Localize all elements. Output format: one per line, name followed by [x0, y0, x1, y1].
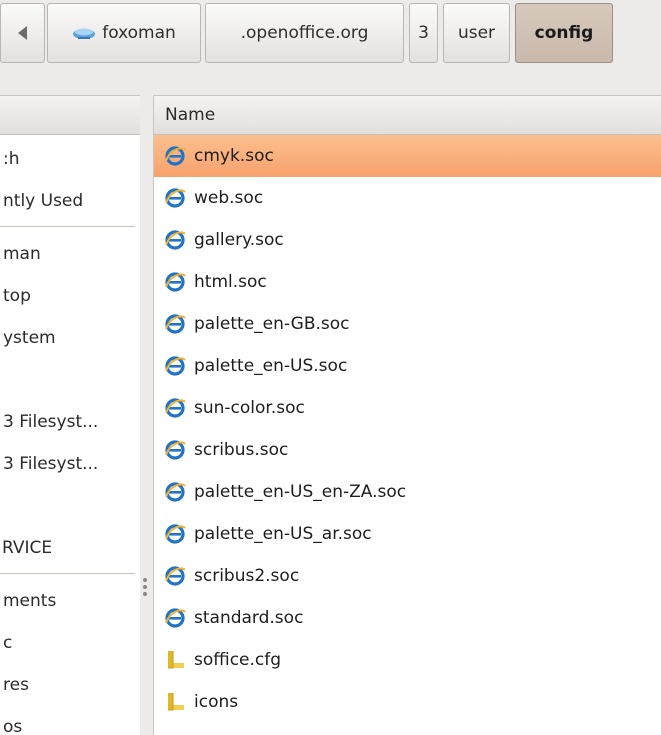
crumb-3[interactable]: 3: [409, 3, 438, 63]
sidebar-header: [0, 96, 140, 135]
column-header-name[interactable]: Name: [154, 96, 661, 135]
sidebar-item[interactable]: os: [3, 717, 22, 735]
file-row[interactable]: scribus2.soc: [154, 555, 661, 597]
file-name: palette_en-GB.soc: [194, 314, 350, 334]
file-name: standard.soc: [194, 608, 304, 628]
file-name: scribus2.soc: [194, 566, 300, 586]
folder-icon: [168, 693, 184, 711]
sidebar-item[interactable]: 3 Filesyst...: [3, 412, 98, 432]
file-name: sun-color.soc: [194, 398, 305, 418]
file-row[interactable]: cmyk.soc: [154, 135, 661, 177]
crumb-config[interactable]: config: [515, 3, 613, 63]
file-row[interactable]: palette_en-US_en-ZA.soc: [154, 471, 661, 513]
column-header-label: Name: [165, 105, 216, 125]
sidebar-item[interactable]: ystem: [3, 328, 56, 348]
file-row[interactable]: scribus.soc: [154, 429, 661, 471]
sidebar-item[interactable]: 3 Filesyst...: [3, 454, 98, 474]
sidebar-item[interactable]: top: [3, 286, 31, 306]
sidebar-item[interactable]: ments: [3, 591, 56, 611]
ie-file-icon: [165, 146, 186, 166]
sidebar-separator: [0, 226, 135, 227]
file-row[interactable]: standard.soc: [154, 597, 661, 639]
ie-file-icon: [165, 188, 186, 208]
file-name: html.soc: [194, 272, 267, 292]
crumb-label: foxoman: [102, 23, 176, 43]
file-row[interactable]: html.soc: [154, 261, 661, 303]
ie-file-icon: [165, 482, 186, 502]
ie-file-icon: [165, 566, 186, 586]
crumb-label: 3: [418, 23, 429, 43]
places-sidebar: :h ntly Used man top ystem 3 Filesyst...…: [0, 95, 140, 735]
file-name: palette_en-US_ar.soc: [194, 524, 372, 544]
crumb-foxoman[interactable]: foxoman: [47, 3, 201, 63]
sidebar-item[interactable]: man: [3, 244, 41, 264]
splitter-grip-icon[interactable]: [143, 578, 148, 600]
file-name: palette_en-US.soc: [194, 356, 348, 376]
sidebar-item[interactable]: RVICE: [2, 538, 52, 558]
ie-file-icon: [165, 314, 186, 334]
pane-splitter[interactable]: [140, 95, 153, 734]
file-list: Name cmyk.soc web.soc gallery.soc html.soc p…: [153, 95, 661, 735]
file-row[interactable]: gallery.soc: [154, 219, 661, 261]
file-name: web.soc: [194, 188, 264, 208]
ie-file-icon: [165, 398, 186, 418]
file-row[interactable]: palette_en-US.soc: [154, 345, 661, 387]
crumb-label: user: [457, 23, 496, 43]
network-drive-icon: [73, 28, 96, 39]
path-back-button[interactable]: [0, 3, 45, 63]
path-bar: foxoman .openoffice.org 3 user config: [0, 0, 661, 82]
file-name: cmyk.soc: [194, 146, 274, 166]
file-name: soffice.cfg: [194, 650, 282, 670]
left-arrow-icon: [18, 26, 27, 40]
crumb-label: config: [534, 23, 594, 43]
file-name: gallery.soc: [194, 230, 284, 250]
file-name: palette_en-US_en-ZA.soc: [194, 482, 407, 502]
file-row[interactable]: soffice.cfg: [154, 639, 661, 681]
sidebar-item[interactable]: c: [3, 633, 12, 653]
sidebar-separator: [0, 573, 135, 574]
file-row[interactable]: web.soc: [154, 177, 661, 219]
ie-file-icon: [165, 608, 186, 628]
ie-file-icon: [165, 230, 186, 250]
file-row[interactable]: icons: [154, 681, 661, 723]
ie-file-icon: [165, 524, 186, 544]
ie-file-icon: [165, 356, 186, 376]
file-row[interactable]: palette_en-US_ar.soc: [154, 513, 661, 555]
crumb-openoffice[interactable]: .openoffice.org: [205, 3, 404, 63]
file-row[interactable]: palette_en-GB.soc: [154, 303, 661, 345]
folder-icon: [168, 651, 184, 669]
ie-file-icon: [165, 272, 186, 292]
ie-file-icon: [165, 440, 186, 460]
file-row[interactable]: sun-color.soc: [154, 387, 661, 429]
crumb-label: .openoffice.org: [240, 23, 369, 43]
file-name: icons: [194, 692, 239, 712]
file-name: scribus.soc: [194, 440, 289, 460]
sidebar-item[interactable]: ntly Used: [3, 191, 83, 211]
crumb-user[interactable]: user: [443, 3, 510, 63]
sidebar-item[interactable]: :h: [3, 149, 20, 169]
sidebar-item[interactable]: res: [3, 675, 29, 695]
